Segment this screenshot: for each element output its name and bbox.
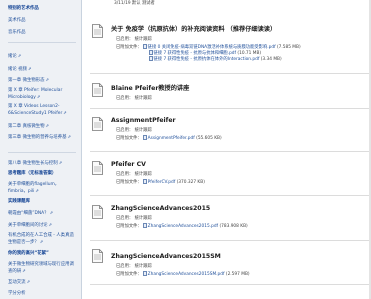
file-icon (143, 44, 147, 49)
sidebar-item-label: 特别的艺术作品 (8, 6, 39, 11)
sidebar-divider (8, 42, 76, 43)
sidebar-divider (8, 152, 76, 153)
sidebar-item-research[interactable]: 关于微生物研究领域与现行应用调查的研⇗ (8, 262, 78, 274)
file-icon (149, 50, 153, 55)
sidebar-item-chapter1[interactable]: 第一章 微生物形态⇗ (8, 77, 78, 84)
sidebar-item-music[interactable]: 音乐作品 (8, 30, 78, 36)
entry-divider (90, 108, 371, 109)
document-icon (92, 23, 103, 38)
sidebar-item-label: 实践课题库 (8, 199, 30, 204)
sidebar-item-label: 音乐作品 (8, 30, 26, 35)
sidebar-item-label: 美术作品 (8, 18, 26, 23)
sidebar-heading-highlights[interactable]: 你的我的高兴“花絮” (8, 251, 78, 257)
entry-divider (90, 73, 371, 74)
external-link-icon: ⇗ (63, 109, 67, 115)
attached-file-row: 链接 7 获得性免疫 - 抗原抗体在体外的Interaction.pdf (3.… (149, 56, 282, 63)
sidebar-item-label: 你的我的高兴“花絮” (8, 251, 49, 256)
sidebar-item-fine-art[interactable]: 美术作品 (8, 18, 78, 24)
sidebar-item-label: 绪论 (8, 54, 17, 59)
sidebar-item-label: 关于单细胞间的讨论 (8, 223, 48, 228)
file-size: (3.34 MB) (260, 57, 282, 62)
external-link-icon: ⇗ (17, 53, 22, 58)
sidebar-item-label: 关于微生物研究领域与现行应用调查的研 (8, 262, 74, 274)
status-label: 已启用： (116, 37, 134, 42)
entry-title-link[interactable]: 关于 免疫学（抗原抗体）的补充阅读资料 （推荐仔细读读） (111, 24, 276, 33)
sidebar-heading-practice[interactable]: 实践课题库 (8, 199, 78, 205)
external-link-icon: ⇗ (49, 210, 53, 215)
sidebar-heading-art[interactable]: 特别的艺术作品 (8, 6, 78, 12)
sidebar-item-label: 关于单细胞的flagellum，fimbria，pili (8, 182, 60, 194)
external-link-icon: ⇗ (67, 134, 71, 139)
external-link-icon: ⇗ (22, 267, 26, 273)
sidebar-item-interaction[interactable]: 互动交流⇗ (8, 279, 78, 286)
entry-divider (90, 284, 371, 285)
external-link-icon: ⇗ (45, 123, 49, 128)
sidebar-item-synthesis[interactable]: 有机合成的在人工合成 - 人类真造生物是否一步？⇗ (8, 233, 78, 245)
sidebar-item-label: 第一章 微生物形态 (8, 78, 45, 83)
external-link-icon: ⇗ (27, 66, 32, 71)
sidebar-item-cell-discussion[interactable]: 关于单细胞间的讨论⇗ (8, 222, 78, 229)
external-link-icon: ⇗ (45, 77, 49, 82)
external-link-icon: ⇗ (36, 93, 41, 99)
sidebar-item-molecular-micro[interactable]: 第 X 章 Pfeifer: Molecular Microbiology⇗ (8, 88, 78, 100)
sidebar-item-chapter8[interactable]: 第八章 微生物生长与控制⇗ (8, 160, 78, 167)
sidebar-item-label: 绪论 视频 (8, 67, 27, 72)
sidebar-item-chapter3[interactable]: 第三章 微生物的营养与培养基⇗ (8, 134, 78, 141)
external-link-icon: ⇗ (35, 187, 39, 193)
entry-status: 已启用： 统计跟踪 (116, 37, 152, 43)
sidebar-item-label: 第 X 章 Videos Lesson2-6&ScienceStudy1 Pfe… (8, 104, 63, 116)
sidebar-item-intro-video[interactable]: 绪论 视频⇗ (8, 66, 78, 73)
external-link-icon: ⇗ (39, 238, 44, 244)
content-area: 3/11/19 默认 测试者 关于 免疫学（抗原抗体）的补充阅读资料 （推荐仔细… (82, 0, 371, 299)
attach-label: 已附加文件： (116, 45, 142, 50)
sidebar-item-label: 互动交流 (8, 280, 26, 285)
file-size: (7.585 MB) (276, 45, 301, 50)
entry-divider (90, 151, 371, 152)
sidebar-item-videos[interactable]: 第 X 章 Videos Lesson2-6&ScienceStudy1 Pfe… (8, 104, 78, 116)
external-link-icon: ⇗ (58, 160, 63, 165)
status-value: 统计跟踪 (134, 37, 152, 42)
sidebar-item-chapter2[interactable]: 第二章 真核微生物⇗ (8, 123, 78, 130)
sidebar-item-credits[interactable]: 学分分析 (8, 291, 78, 297)
sidebar-item-intro[interactable]: 绪论⇗ (8, 53, 78, 60)
item-date-line: 3/11/19 默认 测试者 (114, 1, 155, 6)
sidebar-item-label: 第八章 微生物生长与控制 (8, 161, 58, 166)
sidebar-item-label: 第三章 微生物的营养与培养基 (8, 135, 67, 140)
sidebar-item-label: 学分分析 (8, 291, 26, 296)
external-link-icon: ⇗ (48, 222, 52, 227)
sidebar-heading-question-bank[interactable]: 思考题库（无标准答案） (8, 171, 78, 177)
sidebar-item-bacteria-dna[interactable]: 朝霞由“细菌”DNA？⇗ (8, 210, 78, 217)
file-icon (149, 56, 153, 61)
sidebar-item-label: 第 X 章 Pfeifer: Molecular Microbiology (8, 88, 63, 100)
sidebar-item-label: 第二章 真核微生物 (8, 124, 45, 129)
sidebar-item-flagellum[interactable]: 关于单细胞的flagellum，fimbria，pili⇗ (8, 182, 78, 194)
sidebar-item-label: 朝霞由“细菌”DNA？ (8, 211, 49, 216)
external-link-icon: ⇗ (26, 279, 30, 284)
entry-divider (90, 240, 371, 241)
sidebar-item-label: 思考题库（无标准答案） (8, 171, 57, 176)
course-sidebar: 特别的艺术作品 美术作品 音乐作品 绪论⇗ 绪论 视频⇗ 第一章 微生物形态⇗ … (0, 0, 82, 299)
entry-divider (90, 195, 371, 196)
attachment-link[interactable]: 链接 7 获得性免疫 - 抗原抗体在体外的Interaction.pdf (154, 57, 260, 62)
